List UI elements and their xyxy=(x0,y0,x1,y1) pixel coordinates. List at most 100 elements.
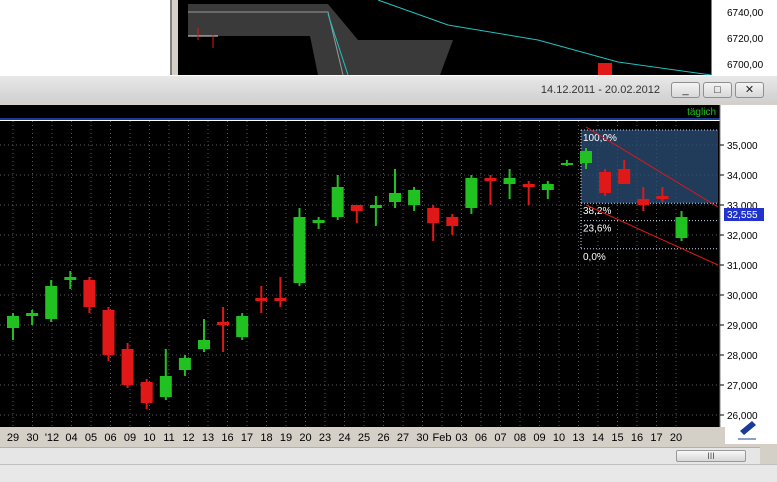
minimize-button[interactable]: _ xyxy=(671,82,700,98)
chart-header-strip xyxy=(0,105,720,119)
y-tick-label: 34,000 xyxy=(727,171,758,182)
current-price-tag: 32,555 xyxy=(724,208,764,221)
x-tick-label: 30 xyxy=(26,432,38,444)
y-tick-label: 29,000 xyxy=(727,321,758,332)
x-tick-label: 12 xyxy=(182,432,194,444)
background-chart-svg xyxy=(188,0,712,76)
candle-body xyxy=(274,298,287,301)
candle-body xyxy=(408,190,421,205)
x-tick-label: 25 xyxy=(358,432,370,444)
chart-area[interactable]: täglich 100,0% 38,2% 23,6% 0,0% 35,000 34,00… xyxy=(0,105,777,444)
period-label: täglich xyxy=(687,107,716,118)
x-tick-label: 13 xyxy=(202,432,214,444)
candle-body xyxy=(45,286,58,319)
candle-body xyxy=(656,196,669,199)
background-axis-label: 6700,00 xyxy=(727,60,764,71)
maximize-button[interactable]: □ xyxy=(703,82,732,98)
candle-body xyxy=(599,172,612,193)
x-tick-label: 19 xyxy=(280,432,292,444)
candle-body xyxy=(293,217,306,283)
x-tick-label: 29 xyxy=(7,432,19,444)
candle-body xyxy=(560,163,573,165)
x-tick-label: 18 xyxy=(260,432,272,444)
x-tick-label: 07 xyxy=(494,432,506,444)
candle-body xyxy=(618,169,631,184)
candle-body xyxy=(121,349,134,385)
candle-body xyxy=(312,220,325,223)
minimize-icon: _ xyxy=(682,84,689,96)
candle-body xyxy=(217,322,230,325)
candlestick-chart[interactable]: täglich 100,0%38,2%23,6%0,0% 35,00034,00… xyxy=(0,105,777,444)
x-tick-label: 15 xyxy=(611,432,623,444)
x-tick-label: 11 xyxy=(163,432,174,444)
candle-body xyxy=(350,205,363,211)
y-tick-label: 30,000 xyxy=(727,291,758,302)
background-chart xyxy=(178,0,712,76)
candle-body xyxy=(446,217,459,226)
x-tick-label: 04 xyxy=(65,432,77,444)
x-tick-label: 17 xyxy=(241,432,253,444)
candle-body xyxy=(427,208,440,223)
x-tick-label: 13 xyxy=(572,432,584,444)
candle-body xyxy=(83,280,96,307)
x-tick-label: 10 xyxy=(553,432,565,444)
candle-body xyxy=(522,184,535,187)
candle-body xyxy=(637,199,650,205)
y-tick-label: 26,000 xyxy=(727,411,758,422)
scrollbar-thumb[interactable]: III xyxy=(676,450,746,462)
fib-level-label: 0,0% xyxy=(583,252,606,263)
x-tick-label: 08 xyxy=(514,432,526,444)
x-tick-label: 05 xyxy=(85,432,97,444)
candle-body xyxy=(198,340,210,349)
candle-body xyxy=(675,217,688,238)
candle-body xyxy=(503,178,516,184)
candle-body xyxy=(389,193,401,202)
chart-window: 14.12.2011 - 20.02.2012 _ □ ✕ täglich 10… xyxy=(0,75,777,482)
x-tick-label: 26 xyxy=(377,432,389,444)
grip-icon: III xyxy=(707,451,715,461)
x-axis: 29 30 '12 04 05 06 09 10 11 12 13 16 17 18 19 20 23 24 25 2… xyxy=(7,432,682,444)
background-area-shape xyxy=(188,4,453,75)
candle-body xyxy=(26,313,39,316)
candle-body xyxy=(236,316,249,337)
x-tick-label: '12 xyxy=(45,432,59,444)
background-candle xyxy=(598,63,612,75)
x-tick-label: 27 xyxy=(397,432,409,444)
x-tick-label: 06 xyxy=(104,432,116,444)
x-tick-label: 30 xyxy=(416,432,428,444)
candle-body xyxy=(255,298,268,301)
fib-level-label: 38,2% xyxy=(583,206,611,217)
y-tick-label: 27,000 xyxy=(727,381,758,392)
candle-body xyxy=(484,178,497,181)
y-tick-label: 35,000 xyxy=(727,141,758,152)
x-tick-label: 23 xyxy=(319,432,331,444)
window-titlebar[interactable]: 14.12.2011 - 20.02.2012 _ □ ✕ xyxy=(0,76,777,104)
candle-body xyxy=(331,187,344,217)
x-tick-label: 09 xyxy=(533,432,545,444)
x-tick-label: 03 xyxy=(455,432,467,444)
fib-level-label: 23,6% xyxy=(583,224,611,235)
background-axis-label: 6720,00 xyxy=(727,34,764,45)
candle-body xyxy=(580,151,592,163)
x-tick-label: Feb xyxy=(433,432,452,444)
candle-body xyxy=(102,310,115,355)
x-tick-label: 10 xyxy=(143,432,155,444)
maximize-icon: □ xyxy=(714,84,721,96)
horizontal-scrollbar[interactable]: III xyxy=(0,447,760,465)
y-tick-label: 28,000 xyxy=(727,351,758,362)
background-axis-label: 6740,00 xyxy=(727,8,764,19)
y-tick-label: 32,000 xyxy=(727,231,758,242)
candle-body xyxy=(541,184,554,190)
background-window: 6740,00 6720,00 6700,00 xyxy=(0,0,777,76)
x-tick-label: 16 xyxy=(631,432,643,444)
background-panel xyxy=(0,0,172,75)
y-tick-label: 31,000 xyxy=(727,261,758,272)
window-date-range: 14.12.2011 - 20.02.2012 xyxy=(540,84,660,96)
candle-body xyxy=(159,376,172,397)
close-button[interactable]: ✕ xyxy=(735,82,764,98)
x-tick-label: 20 xyxy=(670,432,682,444)
candle-body xyxy=(178,358,191,370)
background-divider xyxy=(170,0,172,75)
candle-body xyxy=(140,382,153,403)
x-tick-label: 09 xyxy=(124,432,136,444)
